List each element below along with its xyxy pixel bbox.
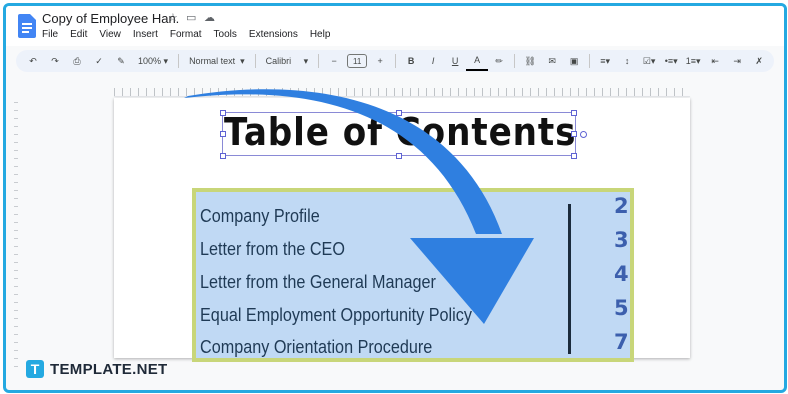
- template-net-brand: T TEMPLATE.NET: [26, 360, 167, 378]
- template-logo-icon: T: [26, 360, 44, 378]
- brand-name: TEMPLATE.NET: [50, 360, 168, 378]
- curved-arrow-icon: [184, 89, 534, 324]
- screenshot-frame: Copy of Employee Han. ☆ ▭ ☁ File Edit Vi…: [3, 3, 787, 393]
